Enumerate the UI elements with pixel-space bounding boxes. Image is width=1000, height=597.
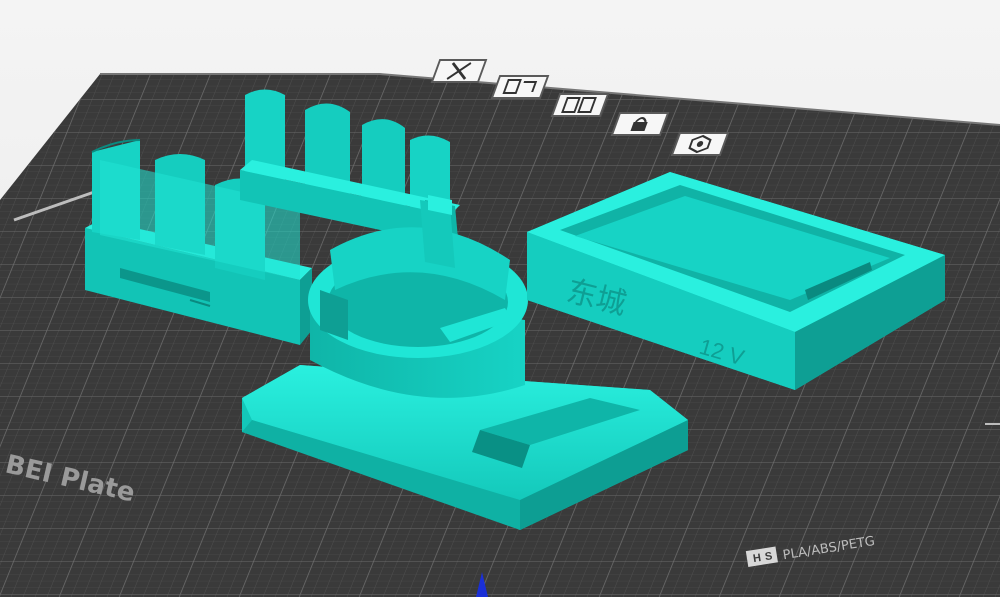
lock-icon[interactable] — [610, 112, 670, 136]
arrange-icon[interactable] — [490, 75, 550, 99]
settings-icon[interactable] — [670, 132, 730, 156]
orient-icon[interactable] — [550, 93, 610, 117]
3d-viewport[interactable]: BEI Plate H S PLA/ABS/PETG 东城 12 V — [0, 0, 1000, 597]
scene-canvas[interactable]: BEI Plate H S PLA/ABS/PETG 东城 12 V — [0, 0, 1000, 597]
delete-icon[interactable] — [430, 59, 488, 83]
